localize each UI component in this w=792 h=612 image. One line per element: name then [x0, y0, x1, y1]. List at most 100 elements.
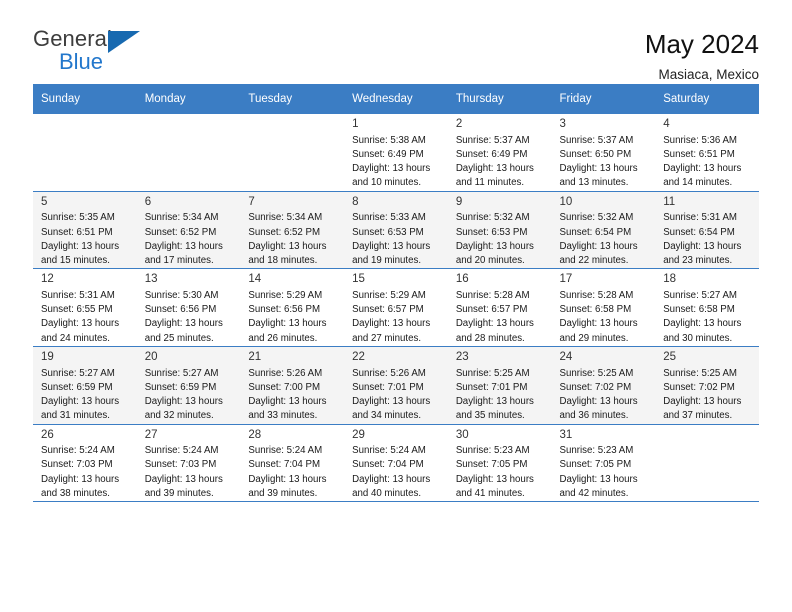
day-number: 15: [352, 273, 365, 286]
day-number: 11: [663, 195, 676, 208]
daylight-text: Daylight: 13 hours: [352, 163, 431, 175]
day-number: 17: [559, 273, 573, 286]
daylight-text: and 30 minutes.: [663, 332, 733, 344]
daylight-text: Daylight: 13 hours: [352, 240, 431, 252]
page-title: May 2024: [644, 29, 759, 59]
sunset-text: Sunset: 7:03 PM: [41, 459, 113, 471]
day-details: Sunrise: 5:30 AM Sunset: 6:56 PM Daylight:…: [137, 289, 241, 346]
daylight-text: and 29 minutes.: [559, 332, 629, 344]
weekday-header-thursday: Thursday: [447, 84, 552, 114]
day-details: Sunrise: 5:25 AM Sunset: 7:01 PM Daylight:…: [448, 367, 552, 424]
calendar-day-cell[interactable]: 29 Sunrise: 5:24 AM Sunset: 7:04 PM Dayligh…: [344, 424, 448, 503]
calendar-day-cell[interactable]: 24 Sunrise: 5:25 AM Sunset: 7:02 PM Dayligh…: [551, 346, 656, 425]
day-number: 9: [455, 195, 463, 208]
calendar-day-cell[interactable]: 15 Sunrise: 5:29 AM Sunset: 6:57 PM Dayligh…: [344, 268, 448, 347]
calendar-day-cell[interactable]: 10 Sunrise: 5:32 AM Sunset: 6:54 PM Dayligh…: [551, 191, 656, 270]
day-details: Sunrise: 5:27 AM Sunset: 6:59 PM Daylight:…: [137, 367, 241, 424]
sunrise-text: Sunrise: 5:24 AM: [144, 445, 219, 457]
sunrise-text: Sunrise: 5:34 AM: [144, 212, 219, 224]
day-number: 12: [41, 273, 54, 286]
sunrise-text: Sunrise: 5:37 AM: [455, 134, 530, 146]
day-details: Sunrise: 5:24 AM Sunset: 7:04 PM Daylight:…: [240, 444, 344, 501]
calendar-day-cell[interactable]: 26 Sunrise: 5:24 AM Sunset: 7:03 PM Dayligh…: [33, 424, 137, 503]
day-number: 24: [559, 350, 573, 363]
calendar-day-cell[interactable]: 19 Sunrise: 5:27 AM Sunset: 6:59 PM Dayligh…: [33, 346, 137, 425]
sunrise-text: Sunrise: 5:29 AM: [352, 289, 426, 301]
daylight-text: and 11 minutes.: [455, 177, 525, 189]
day-details: Sunrise: 5:38 AM Sunset: 6:49 PM Daylight:…: [344, 134, 448, 191]
weekday-header-monday: Monday: [136, 84, 241, 114]
calendar-day-cell[interactable]: 7 Sunrise: 5:34 AM Sunset: 6:52 PM Daylight…: [240, 191, 345, 270]
day-number: 28: [248, 428, 262, 441]
daylight-text: Daylight: 13 hours: [41, 396, 120, 408]
daylight-text: Daylight: 13 hours: [663, 163, 742, 175]
calendar-day-cell[interactable]: 28 Sunrise: 5:24 AM Sunset: 7:04 PM Dayligh…: [240, 424, 345, 503]
daylight-text: Daylight: 13 hours: [559, 473, 638, 485]
sunrise-text: Sunrise: 5:23 AM: [559, 445, 634, 457]
day-number: 1: [352, 118, 359, 130]
page-subtitle: Masiaca, Mexico: [658, 66, 759, 82]
calendar-day-cell[interactable]: 6 Sunrise: 5:34 AM Sunset: 6:52 PM Daylight…: [136, 191, 241, 270]
daylight-text: and 39 minutes.: [248, 487, 318, 499]
sunrise-text: Sunrise: 5:37 AM: [559, 134, 634, 146]
sunrise-text: Sunrise: 5:25 AM: [663, 367, 737, 379]
daylight-text: and 33 minutes.: [248, 410, 318, 422]
sunset-text: Sunset: 7:05 PM: [559, 459, 632, 471]
sunset-text: Sunset: 6:55 PM: [41, 304, 113, 316]
page-header: General Blue May 2024 Masiaca, Mexico: [33, 0, 759, 82]
daylight-text: Daylight: 13 hours: [41, 318, 120, 330]
sunset-text: Sunset: 7:04 PM: [248, 459, 321, 471]
calendar-day-cell[interactable]: 31 Sunrise: 5:23 AM Sunset: 7:05 PM Dayligh…: [551, 424, 656, 503]
daylight-text: Daylight: 13 hours: [663, 396, 742, 408]
daylight-text: Daylight: 13 hours: [248, 318, 327, 330]
calendar-day-cell[interactable]: 5 Sunrise: 5:35 AM Sunset: 6:51 PM Daylight…: [33, 191, 137, 270]
calendar-day-cell[interactable]: 12 Sunrise: 5:31 AM Sunset: 6:55 PM Dayligh…: [33, 268, 137, 347]
calendar-week-row: 26 Sunrise: 5:24 AM Sunset: 7:03 PM Dayligh…: [33, 424, 759, 503]
daylight-text: and 19 minutes.: [352, 255, 422, 267]
calendar-day-cell[interactable]: 17 Sunrise: 5:28 AM Sunset: 6:58 PM Dayligh…: [551, 268, 656, 347]
daylight-text: and 35 minutes.: [455, 410, 525, 422]
calendar-day-cell[interactable]: 1 Sunrise: 5:38 AM Sunset: 6:49 PM Daylight…: [344, 114, 448, 192]
daylight-text: and 42 minutes.: [559, 487, 629, 499]
day-number: 25: [663, 350, 677, 363]
calendar-day-cell[interactable]: 27 Sunrise: 5:24 AM Sunset: 7:03 PM Dayligh…: [136, 424, 241, 503]
sunset-text: Sunset: 6:49 PM: [352, 148, 424, 160]
calendar-day-cell[interactable]: 25 Sunrise: 5:25 AM Sunset: 7:02 PM Dayligh…: [655, 346, 759, 425]
daylight-text: Daylight: 13 hours: [41, 240, 120, 252]
calendar-day-cell[interactable]: 8 Sunrise: 5:33 AM Sunset: 6:53 PM Daylight…: [344, 191, 448, 270]
sunrise-text: Sunrise: 5:31 AM: [663, 212, 737, 224]
daylight-text: Daylight: 13 hours: [352, 318, 431, 330]
calendar-day-cell[interactable]: 18 Sunrise: 5:27 AM Sunset: 6:58 PM Dayligh…: [655, 268, 759, 347]
daylight-text: and 13 minutes.: [559, 177, 629, 189]
calendar-day-cell[interactable]: 23 Sunrise: 5:25 AM Sunset: 7:01 PM Dayligh…: [447, 346, 552, 425]
general-blue-logo[interactable]: General Blue: [33, 28, 153, 74]
daylight-text: and 37 minutes.: [663, 410, 733, 422]
day-number: 14: [248, 273, 262, 286]
day-number: 4: [663, 118, 670, 130]
day-details: Sunrise: 5:31 AM Sunset: 6:55 PM Daylight:…: [33, 289, 137, 346]
calendar-day-cell[interactable]: 21 Sunrise: 5:26 AM Sunset: 7:00 PM Dayligh…: [240, 346, 345, 425]
day-number: 5: [41, 195, 48, 208]
daylight-text: Daylight: 13 hours: [455, 240, 534, 252]
daylight-text: Daylight: 13 hours: [248, 473, 327, 485]
calendar-day-cell[interactable]: 13 Sunrise: 5:30 AM Sunset: 6:56 PM Dayligh…: [136, 268, 241, 347]
calendar-day-cell[interactable]: 3 Sunrise: 5:37 AM Sunset: 6:50 PM Daylight…: [551, 114, 656, 192]
calendar-day-cell[interactable]: 2 Sunrise: 5:37 AM Sunset: 6:49 PM Daylight…: [447, 114, 552, 192]
daylight-text: Daylight: 13 hours: [352, 396, 431, 408]
sunset-text: Sunset: 6:54 PM: [663, 226, 735, 238]
day-details: Sunrise: 5:35 AM Sunset: 6:51 PM Daylight:…: [33, 211, 137, 268]
calendar-day-cell[interactable]: 9 Sunrise: 5:32 AM Sunset: 6:53 PM Daylight…: [447, 191, 552, 270]
calendar-day-cell[interactable]: 30 Sunrise: 5:23 AM Sunset: 7:05 PM Dayligh…: [447, 424, 552, 503]
calendar-day-cell[interactable]: 16 Sunrise: 5:28 AM Sunset: 6:57 PM Dayligh…: [447, 268, 552, 347]
calendar-day-cell[interactable]: 20 Sunrise: 5:27 AM Sunset: 6:59 PM Dayligh…: [136, 346, 241, 425]
daylight-text: and 10 minutes.: [352, 177, 422, 189]
daylight-text: Daylight: 13 hours: [144, 473, 223, 485]
sunset-text: Sunset: 6:58 PM: [559, 304, 632, 316]
calendar-day-cell[interactable]: 4 Sunrise: 5:36 AM Sunset: 6:51 PM Daylight…: [655, 114, 759, 192]
day-number: 26: [41, 428, 54, 441]
calendar-day-cell[interactable]: 11 Sunrise: 5:31 AM Sunset: 6:54 PM Dayligh…: [655, 191, 759, 270]
weekday-header-saturday: Saturday: [655, 84, 759, 114]
calendar-day-cell-empty: [136, 114, 241, 192]
calendar-day-cell[interactable]: 14 Sunrise: 5:29 AM Sunset: 6:56 PM Dayligh…: [240, 268, 345, 347]
calendar-day-cell[interactable]: 22 Sunrise: 5:26 AM Sunset: 7:01 PM Dayligh…: [344, 346, 448, 425]
